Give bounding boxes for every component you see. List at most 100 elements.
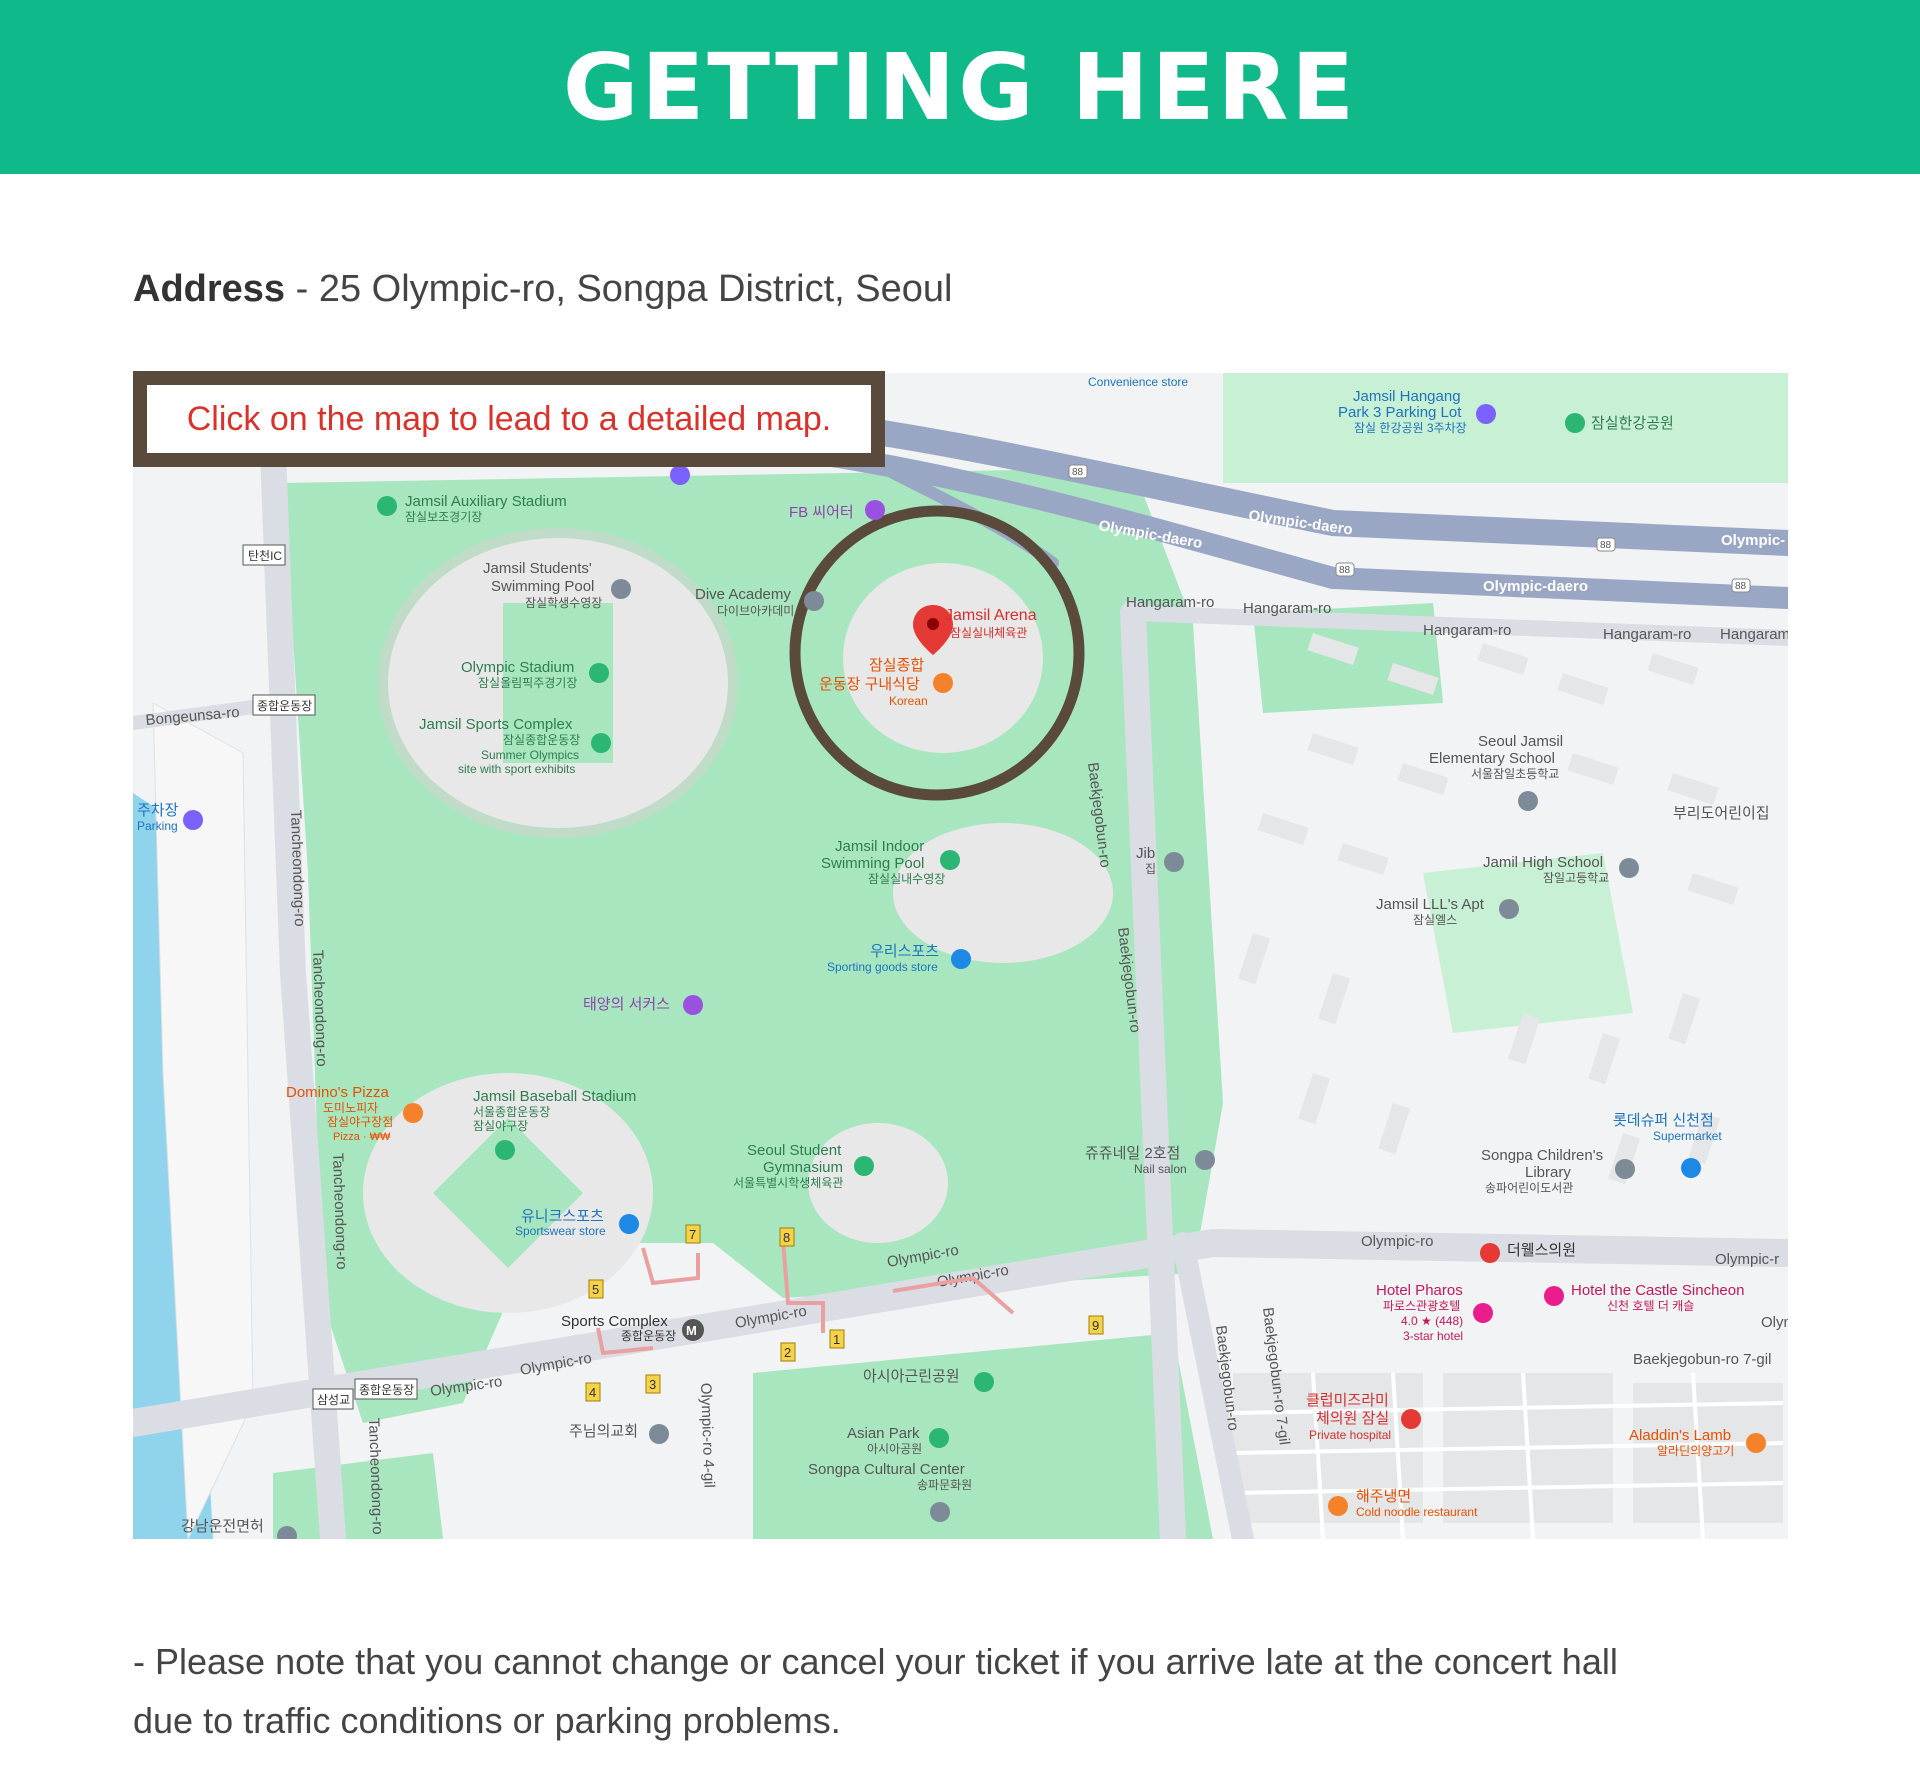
place-label: 서울잠일초등학교	[1471, 767, 1559, 781]
place-label: 부리도어린이집	[1673, 805, 1770, 822]
culture-marker-icon	[930, 1502, 950, 1522]
place-label: 송파어린이도서관	[1485, 1181, 1573, 1195]
restaurant-marker-icon	[933, 673, 953, 693]
place-label: 클럽미즈라미	[1306, 1392, 1389, 1409]
supermarket-marker-icon	[1681, 1158, 1701, 1178]
ticket-note: - Please note that you cannot change or …	[133, 1641, 1618, 1741]
place-sublabel: Nail salon	[1134, 1162, 1187, 1176]
place-label: Seoul Jamsil	[1478, 733, 1563, 750]
road-label: Baekjegobun-ro 7-gil	[1633, 1351, 1771, 1368]
place-sublabel: Swimming Pool	[491, 578, 594, 595]
hotel-marker-icon	[1473, 1303, 1493, 1323]
place-label: Olympic Stadium	[461, 659, 574, 676]
stadium-marker-icon	[377, 496, 397, 516]
place-sublabel: 아시아공원	[867, 1442, 922, 1456]
place-label: Korean	[889, 694, 928, 708]
route-number: 88	[1072, 467, 1084, 478]
place-sublabel: Park 3 Parking Lot	[1338, 404, 1462, 421]
place-label: 주차장	[137, 802, 179, 819]
map-link[interactable]: Jamsil Arena 잠실실내체육관 Jamsil Auxiliary St…	[133, 373, 1788, 1539]
place-label: Hotel Pharos	[1376, 1282, 1463, 1299]
place-label: 잠실 한강공원 3주차장	[1354, 421, 1467, 435]
road-label: Olym	[1761, 1314, 1788, 1331]
place-label: 강남운전면허	[181, 1518, 264, 1535]
address-label: Address	[133, 268, 286, 310]
road-label: Olympic-ro	[1361, 1233, 1434, 1250]
place-sublabel: Library	[1525, 1164, 1571, 1181]
place-sublabel: 잠일고등학교	[1543, 871, 1609, 885]
address-line: Address - 25 Olympic-ro, Songpa District…	[133, 268, 952, 311]
address-value: 25 Olympic-ro, Songpa District, Seoul	[318, 268, 953, 310]
indoor-pool-shape	[893, 823, 1113, 963]
road-sign-label: 종합운동장	[359, 1383, 414, 1397]
route-number: 88	[1600, 540, 1612, 551]
place-label: 유니크스포츠	[521, 1208, 604, 1225]
place-sublabel: 운동장 구내식당	[819, 676, 920, 693]
place-label: Hotel the Castle Sincheon	[1571, 1282, 1744, 1299]
academy-marker-icon	[804, 591, 824, 611]
road-label: Hangaram-ro	[1243, 600, 1331, 617]
exit-number: 1	[833, 1332, 840, 1347]
place-sublabel: Sporting goods store	[827, 960, 938, 974]
place-sublabel: 송파문화원	[917, 1478, 972, 1492]
place-sublabel: 3-star hotel	[1403, 1329, 1463, 1343]
complex-marker-icon	[591, 733, 611, 753]
road-label: Hangaram-ro	[1603, 626, 1691, 643]
place-label: 태양의 서커스	[583, 996, 670, 1013]
place-label: 롯데슈퍼 신천점	[1613, 1112, 1714, 1129]
place-label: Summer Olympics	[481, 748, 579, 762]
exit-number: 4	[589, 1385, 596, 1400]
place-label: 해주냉면	[1356, 1488, 1411, 1505]
parking-marker-icon	[1476, 404, 1496, 424]
place-label: Jamsil Hangang	[1353, 388, 1461, 405]
place-label: 쥬쥬네일 2호점	[1085, 1145, 1180, 1162]
hangang-park-area	[1223, 373, 1788, 483]
place-label: Convenience store	[1088, 375, 1188, 389]
road-sign-label: 종합운동장	[257, 699, 312, 713]
place-sublabel: Elementary School	[1429, 750, 1555, 767]
place-label: Jamsil Indoor	[835, 838, 924, 855]
place-label: Seoul Student	[747, 1142, 842, 1159]
store-marker-icon	[951, 949, 971, 969]
place-label: Jamsil Sports Complex	[419, 716, 573, 733]
map-notice-text: Click on the map to lead to a detailed m…	[186, 399, 832, 438]
place-sublabel: 종합운동장	[621, 1329, 676, 1343]
route-number: 88	[1735, 581, 1747, 592]
salon-marker-icon	[1195, 1150, 1215, 1170]
place-label: Jamsil Baseball Stadium	[473, 1088, 636, 1105]
map-image[interactable]: Jamsil Arena 잠실실내체육관 Jamsil Auxiliary St…	[133, 373, 1788, 1539]
map-notice-box[interactable]: Click on the map to lead to a detailed m…	[133, 371, 885, 467]
hotel-marker-icon	[1544, 1286, 1564, 1306]
store-marker-icon	[619, 1214, 639, 1234]
pizza-marker-icon	[403, 1103, 423, 1123]
place-sublabel: 잠실보조경기장	[405, 510, 482, 524]
place-sublabel: 알라딘의양고기	[1657, 1444, 1734, 1458]
school-marker-icon	[1518, 791, 1538, 811]
clinic-marker-icon	[1480, 1243, 1500, 1263]
place-label: Jamsil LLL's Apt	[1376, 896, 1485, 913]
exit-number: 3	[649, 1377, 656, 1392]
pool-marker-icon	[611, 579, 631, 599]
theater-marker-icon	[865, 500, 885, 520]
place-label: 잠실야구장	[473, 1119, 528, 1133]
place-label: Jamsil Auxiliary Stadium	[405, 493, 567, 510]
place-sublabel: site with sport exhibits	[458, 762, 575, 776]
place-label: 주님의교회	[569, 1423, 638, 1440]
place-sublabel: Gymnasium	[763, 1159, 843, 1176]
park-marker-icon	[929, 1428, 949, 1448]
park-marker-icon	[974, 1372, 994, 1392]
place-label: Jamil High School	[1483, 854, 1603, 871]
church-marker-icon	[649, 1424, 669, 1444]
exit-number: 2	[784, 1345, 791, 1360]
place-label: 더웰스의원	[1507, 1242, 1576, 1259]
apartment-marker-icon	[1499, 899, 1519, 919]
school-marker-icon	[1619, 858, 1639, 878]
road-sign-label: 삼성교	[317, 1393, 350, 1407]
place-label: Jib	[1136, 845, 1155, 862]
stadium-marker-icon	[495, 1140, 515, 1160]
circus-marker-icon	[683, 995, 703, 1015]
place-sublabel: 서울종합운동장	[473, 1105, 550, 1119]
place-sublabel: Parking	[137, 819, 178, 833]
place-sublabel: 다이브아카데미	[717, 604, 794, 618]
address-separator: -	[285, 268, 319, 310]
